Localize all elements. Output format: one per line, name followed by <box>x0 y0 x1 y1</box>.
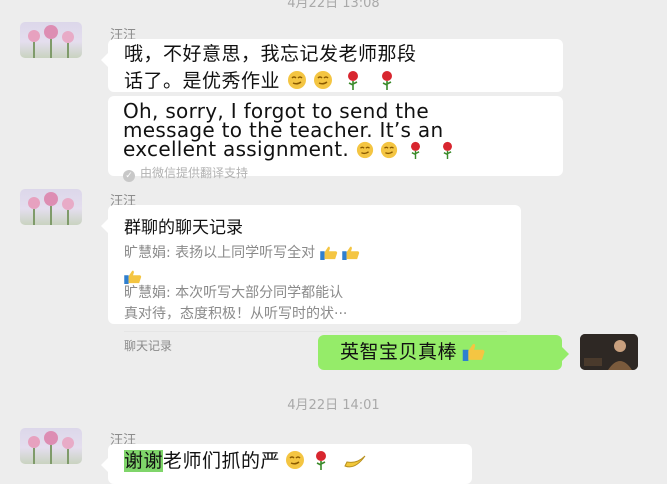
tulip-photo-icon <box>28 192 74 225</box>
avatar[interactable] <box>20 189 82 225</box>
message-line: 哦，不好意思，我忘记发老师那段 <box>124 43 417 65</box>
rose-emoji-icon <box>380 70 394 98</box>
smirk-emoji-icon <box>380 141 398 162</box>
sent-message-bubble[interactable]: 英智宝贝真棒 <box>318 335 569 370</box>
card-divider <box>124 331 507 332</box>
card-line-emoji-only <box>124 267 507 284</box>
card-title: 群聊的聊天记录 <box>124 218 243 238</box>
timestamp-top: 4月22日 13:08 <box>287 0 380 11</box>
translation-attribution: ✓ 由微信提供翻译支持 <box>123 164 553 182</box>
sent-message-text: 英智宝贝真棒 <box>340 341 458 363</box>
check-icon: ✓ <box>123 170 135 182</box>
message-bubble[interactable]: 谢谢老师们抓的严 <box>101 444 472 484</box>
thumbs-up-emoji-icon <box>342 246 360 267</box>
card-line: 旷慧娟: 表扬以上同学听写全对 <box>124 245 316 261</box>
highlighted-text[interactable]: 谢谢 <box>124 450 164 472</box>
message-text: 老师们抓的严 <box>163 450 281 472</box>
smirk-emoji-icon <box>285 450 305 474</box>
rose-emoji-icon <box>441 141 454 162</box>
tulip-photo-icon <box>28 25 74 58</box>
rose-emoji-icon <box>346 70 360 98</box>
banana-emoji-icon <box>343 452 367 474</box>
translation-line: excellent assignment. <box>123 137 350 161</box>
smirk-emoji-icon <box>287 70 307 98</box>
message-line: 话了。是优秀作业 <box>124 70 281 92</box>
card-line: 真对待，态度积极！从听写时的状··· <box>124 306 348 322</box>
avatar[interactable] <box>20 22 82 58</box>
message-line-emoji: 话了。是优秀作业 <box>124 68 553 98</box>
self-avatar[interactable] <box>580 334 638 370</box>
avatar[interactable] <box>20 428 82 464</box>
person-photo-icon <box>580 334 638 370</box>
timestamp: 4月22日 14:01 <box>287 398 380 413</box>
message-bubble[interactable]: 哦，不好意思，我忘记发老师那段 话了。是优秀作业 <box>101 39 563 92</box>
translation-line-emoji: excellent assignment. <box>123 137 553 162</box>
translation-bubble[interactable]: Oh, sorry, I forgot to send the message … <box>108 96 563 182</box>
smirk-emoji-icon <box>356 141 374 162</box>
rose-emoji-icon <box>409 141 422 162</box>
tulip-photo-icon <box>28 431 74 464</box>
thumbs-up-emoji-icon <box>319 246 338 267</box>
chat-record-card[interactable]: 群聊的聊天记录 旷慧娟: 表扬以上同学听写全对 旷慧娟: 本次听写大部分同学都能… <box>101 205 521 353</box>
card-line: 旷慧娟: 本次听写大部分同学都能认 <box>124 285 344 301</box>
translation-note: 由微信提供翻译支持 <box>140 166 249 180</box>
thumbs-up-emoji-icon <box>462 343 486 365</box>
rose-emoji-icon <box>314 450 328 474</box>
card-line-with-emoji: 旷慧娟: 表扬以上同学听写全对 <box>124 243 507 267</box>
smirk-emoji-icon <box>313 70 333 98</box>
